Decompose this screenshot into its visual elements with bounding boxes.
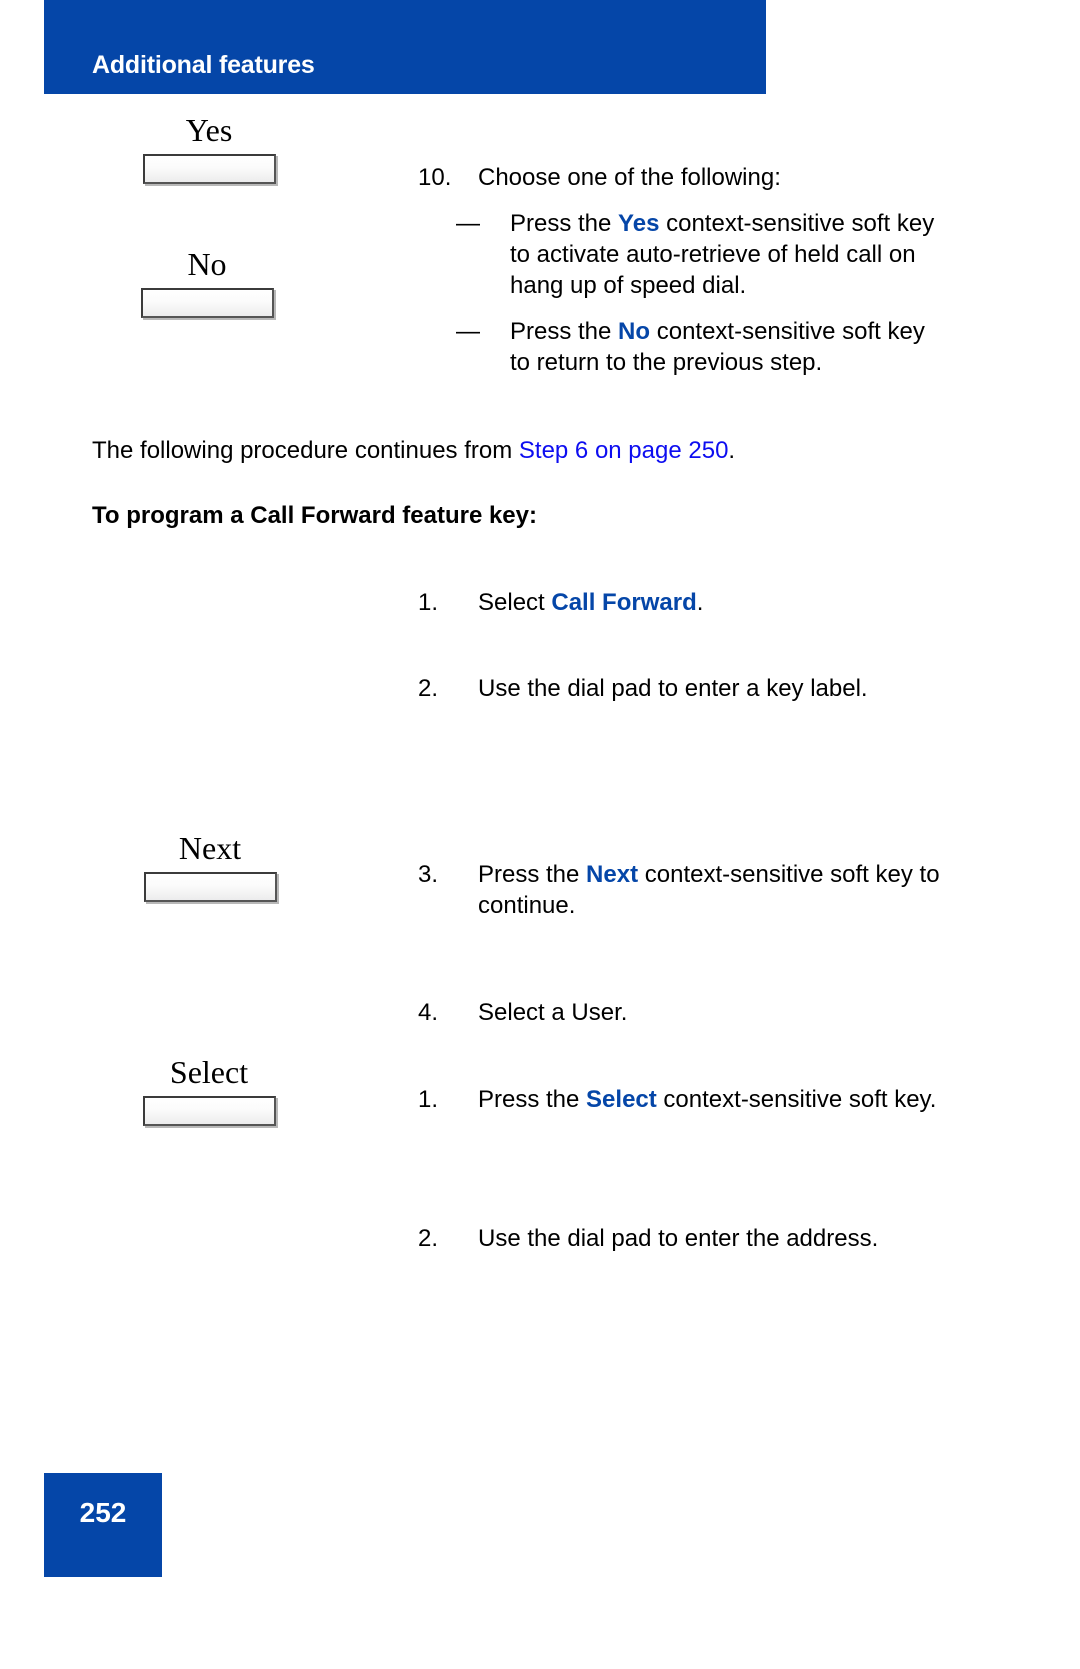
step1-emphasis: Call Forward bbox=[551, 589, 697, 616]
page-number: 252 bbox=[79, 1497, 127, 1528]
step-press-next-text: Press the Next context-sensitive soft ke… bbox=[478, 859, 978, 921]
softkey-no-button[interactable] bbox=[140, 288, 274, 318]
softkey-next-button[interactable] bbox=[143, 872, 277, 902]
softkey-select-label: Select bbox=[169, 1054, 249, 1090]
page-title: Additional features bbox=[92, 51, 315, 79]
bullet-press-yes: — Press the Yes context-sensitive soft k… bbox=[456, 208, 956, 301]
softkey-no[interactable]: No bbox=[42, 246, 372, 323]
step-press-next: 3. Press the Next context-sensitive soft… bbox=[418, 859, 978, 921]
step-select-user-number: 4. bbox=[418, 999, 439, 1026]
section-heading: To program a Call Forward feature key: bbox=[92, 502, 537, 529]
softkey-next-label: Next bbox=[178, 830, 242, 866]
step-10-text: Choose one of the following: bbox=[478, 164, 781, 191]
step3-emphasis: Next bbox=[586, 861, 639, 888]
substep-press-select: 1. Press the Select context-sensitive so… bbox=[418, 1084, 963, 1115]
step-select-user-text: Select a User. bbox=[478, 999, 628, 1026]
step-enter-key-label: 2. Use the dial pad to enter a key label… bbox=[418, 673, 978, 704]
step1-pre: Select bbox=[478, 589, 552, 616]
softkey-select[interactable]: Select bbox=[44, 1054, 374, 1131]
step-press-next-number: 3. bbox=[418, 861, 439, 888]
softkey-no-label: No bbox=[187, 246, 227, 282]
bullet-no-pre: Press the bbox=[510, 318, 619, 345]
step-enter-key-label-number: 2. bbox=[418, 675, 439, 702]
page-body: Yes No 10. Choose one of the following: … bbox=[0, 94, 1080, 1454]
softkey-select-button[interactable] bbox=[142, 1096, 276, 1126]
cross-reference-link[interactable]: Step 6 on page 250 bbox=[519, 437, 729, 464]
softkey-yes[interactable]: Yes bbox=[44, 112, 374, 189]
em-dash-icon: — bbox=[456, 210, 480, 237]
step-10-number: 10. bbox=[418, 164, 452, 191]
substep1-post: context-sensitive soft key. bbox=[656, 1086, 937, 1113]
step1-post: . bbox=[696, 589, 704, 616]
substep-enter-address: 2. Use the dial pad to enter the address… bbox=[418, 1223, 978, 1254]
step-select-user: 4. Select a User. bbox=[418, 997, 978, 1028]
em-dash-icon: — bbox=[456, 318, 480, 345]
step-select-call-forward-text: Select Call Forward. bbox=[478, 587, 978, 618]
softkey-next[interactable]: Next bbox=[45, 830, 375, 907]
continues-post: . bbox=[728, 437, 736, 464]
substep-enter-address-text: Use the dial pad to enter the address. bbox=[478, 1225, 879, 1252]
step-10: 10. Choose one of the following: bbox=[418, 162, 978, 193]
continues-from-paragraph: The following procedure continues from S… bbox=[92, 435, 972, 466]
step-select-call-forward-number: 1. bbox=[418, 589, 439, 616]
continues-pre: The following procedure continues from bbox=[92, 437, 519, 464]
page-header-banner: Additional features bbox=[44, 0, 766, 94]
substep-enter-address-number: 2. bbox=[418, 1225, 439, 1252]
substep1-emphasis: Select bbox=[586, 1086, 657, 1113]
bullet-press-yes-text: Press the Yes context-sensitive soft key… bbox=[510, 208, 940, 301]
bullet-yes-emphasis: Yes bbox=[618, 210, 660, 237]
bullet-no-emphasis: No bbox=[618, 318, 651, 345]
step-enter-key-label-text: Use the dial pad to enter a key label. bbox=[478, 675, 868, 702]
substep1-pre: Press the bbox=[478, 1086, 587, 1113]
softkey-yes-button[interactable] bbox=[142, 154, 276, 184]
softkey-yes-label: Yes bbox=[185, 112, 233, 148]
bullet-press-no-text: Press the No context-sensitive soft key … bbox=[510, 316, 940, 378]
step-select-call-forward: 1. Select Call Forward. bbox=[418, 587, 978, 618]
footer-page-box: 252 bbox=[44, 1473, 162, 1577]
bullet-yes-pre: Press the bbox=[510, 210, 619, 237]
substep-press-select-text: Press the Select context-sensitive soft … bbox=[478, 1084, 963, 1115]
bullet-press-no: — Press the No context-sensitive soft ke… bbox=[456, 316, 956, 378]
step3-pre: Press the bbox=[478, 861, 587, 888]
substep-press-select-number: 1. bbox=[418, 1086, 439, 1113]
